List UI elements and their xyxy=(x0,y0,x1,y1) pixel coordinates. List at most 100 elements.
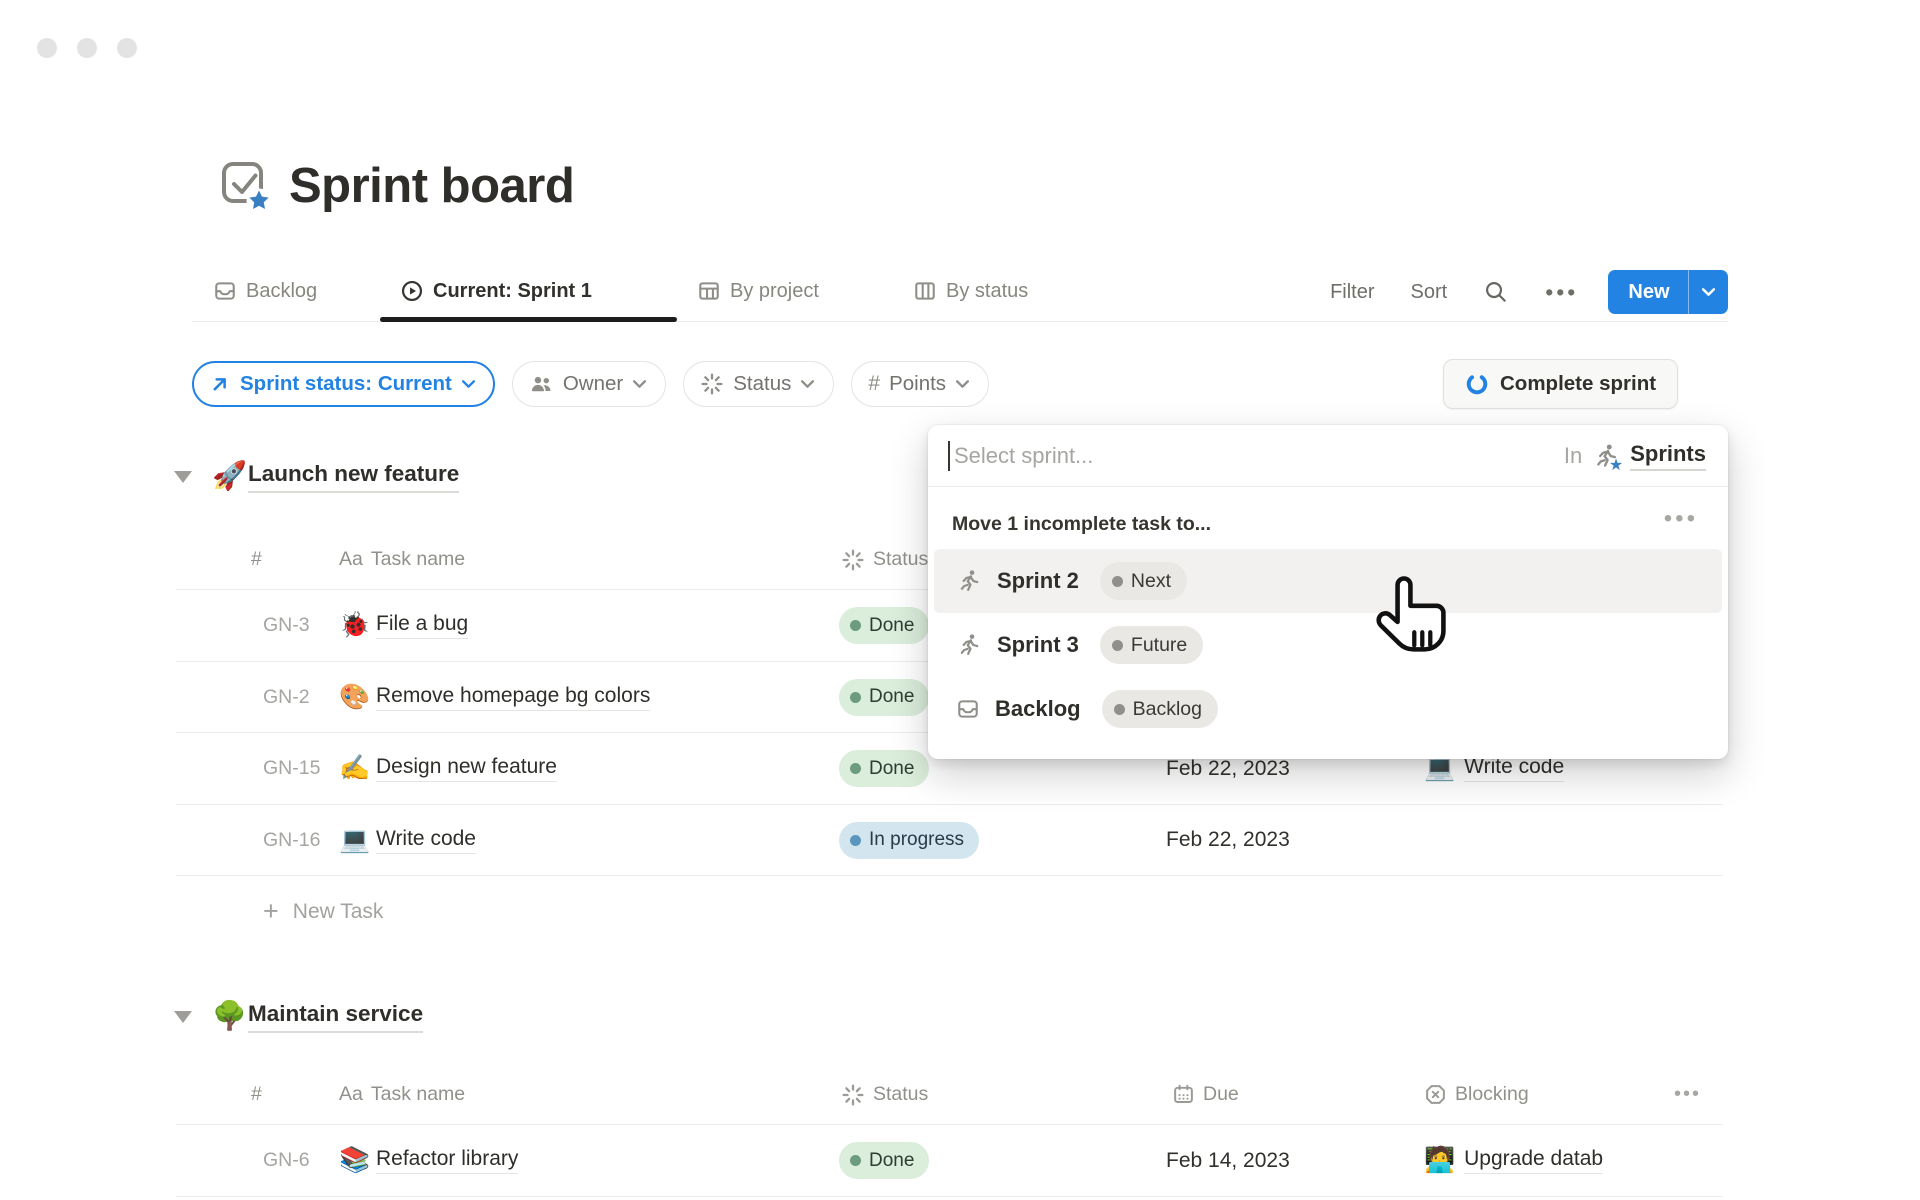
star-icon: ★ xyxy=(1609,455,1623,475)
page-title: Sprint board xyxy=(289,158,574,214)
more-options-icon[interactable]: ••• xyxy=(1545,279,1578,306)
tab-label: Current: Sprint 1 xyxy=(433,280,592,303)
spinner-icon xyxy=(841,548,865,572)
task-name-link[interactable]: Design new feature xyxy=(376,733,557,804)
column-id-header[interactable]: # xyxy=(251,1083,262,1106)
chip-label: Owner xyxy=(563,372,623,396)
tab-by-status[interactable]: By status xyxy=(913,262,1028,320)
group-emoji: 🚀 xyxy=(212,459,247,492)
hash-icon: # xyxy=(868,372,880,396)
task-row-gn-6[interactable]: GN-6📚Refactor libraryDoneFeb 14, 2023🧑‍💻… xyxy=(176,1125,1722,1197)
chip-label: Points xyxy=(889,372,946,396)
task-row-gn-16[interactable]: GN-16💻Write codeIn progressFeb 22, 2023 xyxy=(176,805,1722,877)
sort-button[interactable]: Sort xyxy=(1411,281,1448,304)
chevron-down-icon xyxy=(800,379,815,389)
task-id: GN-2 xyxy=(263,662,310,733)
column-name-header[interactable]: Task name xyxy=(371,1083,465,1106)
select-sprint-input[interactable]: Select sprint... In ★ Sprints xyxy=(928,425,1728,487)
filter-chip-points[interactable]: # Points xyxy=(851,361,989,407)
task-name-link[interactable]: Write code xyxy=(376,805,476,876)
task-blocking-link[interactable]: 🧑‍💻Upgrade datab xyxy=(1424,1125,1603,1196)
sprint-runner-icon xyxy=(956,568,982,594)
collapse-triangle-icon[interactable] xyxy=(174,1011,192,1023)
task-status-pill[interactable]: Done xyxy=(839,733,929,804)
sprint-status-badge: Future xyxy=(1100,626,1203,664)
select-sprint-placeholder: Select sprint... xyxy=(954,443,1093,469)
group-name[interactable]: Launch new feature xyxy=(248,461,459,493)
task-id: GN-3 xyxy=(263,590,310,661)
text-caret xyxy=(948,441,950,471)
collapse-triangle-icon[interactable] xyxy=(174,471,192,483)
inbox-icon xyxy=(956,697,980,721)
group-name[interactable]: Maintain service xyxy=(248,1001,423,1033)
spinner-icon xyxy=(841,1083,865,1107)
column-status-header[interactable]: Status xyxy=(873,548,928,571)
section-more-icon[interactable]: ••• xyxy=(1664,505,1698,533)
text-type-icon: Aa xyxy=(339,1083,363,1106)
in-label: In xyxy=(1564,443,1582,469)
task-due-date[interactable]: Feb 22, 2023 xyxy=(1166,805,1290,876)
sprint-option-name: Backlog xyxy=(995,696,1081,722)
complete-sprint-button[interactable]: Complete sprint xyxy=(1443,359,1678,409)
task-due-date[interactable]: Feb 14, 2023 xyxy=(1166,1125,1290,1196)
tab-current-sprint-1[interactable]: Current: Sprint 1 xyxy=(400,262,592,320)
text-type-icon: Aa xyxy=(339,548,363,571)
new-task-row[interactable]: +New Task xyxy=(176,876,1722,948)
status-dot-icon xyxy=(1114,704,1125,715)
new-button[interactable]: New xyxy=(1608,270,1728,314)
task-name-link[interactable]: Remove homepage bg colors xyxy=(376,662,650,733)
task-name-link[interactable]: Refactor library xyxy=(376,1125,518,1196)
tab-backlog[interactable]: Backlog xyxy=(213,262,317,320)
blocking-icon xyxy=(1424,1083,1447,1106)
sprint-option-sprint-3[interactable]: Sprint 3Future xyxy=(934,613,1722,677)
sprint-option-backlog[interactable]: Backlog Backlog xyxy=(934,677,1722,741)
sprint-option-sprint-2[interactable]: Sprint 2Next xyxy=(934,549,1722,613)
task-emoji: 💻 xyxy=(339,805,370,876)
tab-by-project[interactable]: By project xyxy=(697,262,819,320)
window-dot[interactable] xyxy=(117,38,137,58)
status-dot-icon xyxy=(1112,640,1123,651)
task-group-maintain-service: 🌳 Maintain service #AaTask nameStatusDue… xyxy=(176,995,1738,1047)
task-name-link[interactable]: File a bug xyxy=(376,590,468,661)
task-emoji: 🐞 xyxy=(339,590,370,661)
new-button-label[interactable]: New xyxy=(1608,281,1687,304)
column-id-header[interactable]: # xyxy=(251,548,262,571)
column-blocking-header[interactable]: Blocking xyxy=(1455,1083,1529,1106)
sprint-runner-icon xyxy=(956,632,982,658)
status-dot-icon xyxy=(850,763,861,774)
group-emoji: 🌳 xyxy=(212,999,247,1032)
plus-icon: + xyxy=(263,896,279,927)
calendar-icon xyxy=(1172,1083,1195,1106)
column-status-header[interactable]: Status xyxy=(873,1083,928,1106)
task-emoji: 📚 xyxy=(339,1125,370,1196)
filter-chip-status[interactable]: Status xyxy=(683,361,834,407)
move-task-section-label: Move 1 incomplete task to... xyxy=(952,513,1211,536)
task-status-pill[interactable]: Done xyxy=(839,662,929,733)
sprint-status-badge: Backlog xyxy=(1102,690,1218,728)
chevron-down-icon xyxy=(632,379,647,389)
view-tabs-bar: Backlog Current: Sprint 1 By project By sta… xyxy=(192,262,1728,322)
status-dot-icon xyxy=(1112,576,1123,587)
chip-label: Status xyxy=(733,372,791,396)
badge-label: Future xyxy=(1131,634,1187,657)
window-dot[interactable] xyxy=(37,38,57,58)
task-status-pill[interactable]: Done xyxy=(839,1125,929,1196)
filter-chip-sprint-status-current[interactable]: Sprint status: Current xyxy=(192,361,495,407)
new-dropdown-chevron-icon[interactable] xyxy=(1689,287,1728,297)
sprints-database-icon: ★ xyxy=(1592,442,1620,470)
columns-icon xyxy=(913,279,937,303)
task-status-pill[interactable]: In progress xyxy=(839,805,979,876)
column-more-icon[interactable]: ••• xyxy=(1674,1083,1701,1106)
column-name-header[interactable]: Task name xyxy=(371,548,465,571)
window-dot[interactable] xyxy=(77,38,97,58)
task-status-pill[interactable]: Done xyxy=(839,590,929,661)
sprints-database-link[interactable]: Sprints xyxy=(1630,441,1706,471)
tab-label: By project xyxy=(730,280,819,303)
status-dot-icon xyxy=(850,692,861,703)
filter-button[interactable]: Filter xyxy=(1330,281,1374,304)
search-icon[interactable] xyxy=(1483,279,1509,305)
column-due-header[interactable]: Due xyxy=(1203,1083,1239,1106)
blocking-task-emoji: 🧑‍💻 xyxy=(1424,1146,1455,1175)
filter-chip-owner[interactable]: Owner xyxy=(512,361,666,407)
task-emoji: ✍️ xyxy=(339,733,370,804)
